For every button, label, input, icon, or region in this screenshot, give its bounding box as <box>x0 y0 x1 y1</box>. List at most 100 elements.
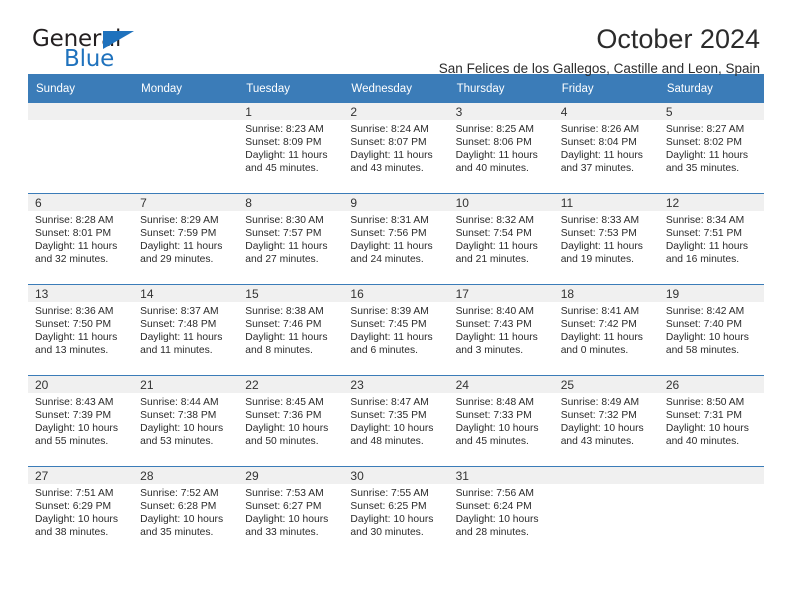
calendar-day-cell[interactable]: 18 Sunrise: 8:41 AM Sunset: 7:42 PM Dayligh… <box>553 284 659 376</box>
sunrise-text: Sunrise: 8:42 AM <box>665 306 745 317</box>
calendar-day-cell[interactable]: 9 Sunrise: 8:31 AM Sunset: 7:56 PM Daylight… <box>343 193 449 285</box>
day-number: 24 <box>455 378 469 392</box>
sunset-text: Sunset: 7:59 PM <box>140 228 217 240</box>
calendar-day-cell[interactable]: 15 Sunrise: 8:38 AM Sunset: 7:46 PM Dayligh… <box>238 284 344 376</box>
calendar-cell-empty <box>133 103 239 194</box>
calendar-day-cell[interactable]: 2 Sunrise: 8:24 AM Sunset: 8:07 PM Daylight… <box>343 103 449 194</box>
calendar-day-cell[interactable]: 20 Sunrise: 8:43 AM Sunset: 7:39 PM Dayligh… <box>28 375 134 467</box>
calendar-day-cell[interactable]: 7 Sunrise: 8:29 AM Sunset: 7:59 PM Daylight… <box>133 193 239 285</box>
day-number: 2 <box>350 105 358 119</box>
calendar-cell-empty <box>553 466 659 557</box>
calendar-day-cell[interactable]: 27 Sunrise: 7:51 AM Sunset: 6:29 PM Dayligh… <box>28 466 134 557</box>
calendar-day-cell[interactable]: 6 Sunrise: 8:28 AM Sunset: 8:01 PM Daylight… <box>28 193 134 285</box>
daylight-text-line1: Daylight: 10 hours <box>35 423 118 435</box>
day-number <box>28 103 133 120</box>
daylight-text-line1: Daylight: 10 hours <box>665 423 749 435</box>
daylight-text-line1: Daylight: 11 hours <box>140 332 223 344</box>
day-number: 3 <box>455 105 463 119</box>
calendar-day-cell[interactable]: 30 Sunrise: 7:55 AM Sunset: 6:25 PM Dayligh… <box>343 466 449 557</box>
sunrise-text: Sunrise: 8:27 AM <box>665 124 745 135</box>
sunrise-text: Sunrise: 8:36 AM <box>35 306 114 317</box>
calendar-day-cell[interactable]: 28 Sunrise: 7:52 AM Sunset: 6:28 PM Dayligh… <box>133 466 239 557</box>
daylight-text-line2: and 50 minutes. <box>245 436 319 448</box>
daylight-text-line2: and 3 minutes. <box>455 345 524 357</box>
sunrise-text: Sunrise: 8:26 AM <box>560 124 640 135</box>
calendar-day-cell[interactable]: 17 Sunrise: 8:40 AM Sunset: 7:43 PM Dayligh… <box>448 284 554 376</box>
weekday-header-wednesday: Wednesday <box>343 74 449 103</box>
daylight-text-line2: and 58 minutes. <box>665 345 740 357</box>
sunset-text: Sunset: 7:56 PM <box>350 228 427 240</box>
weekday-header-monday: Monday <box>133 74 239 103</box>
sunset-text: Sunset: 7:57 PM <box>245 228 322 240</box>
calendar-day-cell[interactable]: 25 Sunrise: 8:49 AM Sunset: 7:32 PM Dayligh… <box>553 375 659 467</box>
calendar-day-cell[interactable]: 21 Sunrise: 8:44 AM Sunset: 7:38 PM Dayligh… <box>133 375 239 467</box>
day-details: Sunrise: 8:38 AM Sunset: 7:46 PM Daylight:… <box>238 302 343 357</box>
day-number: 31 <box>455 469 469 483</box>
daylight-text-line2: and 45 minutes. <box>455 436 529 448</box>
calendar-day-cell[interactable]: 24 Sunrise: 8:48 AM Sunset: 7:33 PM Dayligh… <box>448 375 554 467</box>
daylight-text-line2: and 24 minutes. <box>350 254 424 266</box>
calendar-cell-empty <box>28 103 134 194</box>
calendar-day-cell[interactable]: 8 Sunrise: 8:30 AM Sunset: 7:57 PM Daylight… <box>238 193 344 285</box>
daylight-text-line2: and 40 minutes. <box>455 163 529 175</box>
day-number: 17 <box>455 287 469 301</box>
daylight-text-line2: and 45 minutes. <box>245 163 319 175</box>
daylight-text-line1: Daylight: 10 hours <box>455 423 539 435</box>
day-details: Sunrise: 8:27 AM Sunset: 8:02 PM Daylight:… <box>659 120 764 175</box>
calendar-day-cell[interactable]: 5 Sunrise: 8:27 AM Sunset: 8:02 PM Daylight… <box>658 103 764 194</box>
calendar-day-cell[interactable]: 23 Sunrise: 8:47 AM Sunset: 7:35 PM Dayligh… <box>343 375 449 467</box>
calendar-day-cell[interactable]: 11 Sunrise: 8:33 AM Sunset: 7:53 PM Dayligh… <box>553 193 659 285</box>
calendar-day-cell[interactable]: 12 Sunrise: 8:34 AM Sunset: 7:51 PM Dayligh… <box>658 193 764 285</box>
daylight-text-line1: Daylight: 11 hours <box>350 332 433 344</box>
sunset-text: Sunset: 7:45 PM <box>350 319 427 331</box>
sunset-text: Sunset: 8:09 PM <box>245 137 322 149</box>
sunrise-text: Sunrise: 8:33 AM <box>560 215 640 226</box>
day-number: 9 <box>350 196 358 210</box>
calendar-table: Sunday Monday Tuesday Wednesday Thursday Frid… <box>28 74 764 557</box>
calendar-week-row: 1 Sunrise: 8:23 AM Sunset: 8:09 PM Daylight… <box>28 103 764 194</box>
day-number <box>659 467 764 484</box>
sunrise-text: Sunrise: 8:50 AM <box>665 397 745 408</box>
sunrise-text: Sunrise: 8:40 AM <box>455 306 534 317</box>
daylight-text-line1: Daylight: 11 hours <box>350 150 433 162</box>
calendar-day-cell[interactable]: 26 Sunrise: 8:50 AM Sunset: 7:31 PM Dayligh… <box>658 375 764 467</box>
daylight-text-line2: and 53 minutes. <box>140 436 214 448</box>
sunrise-text: Sunrise: 8:30 AM <box>245 215 324 226</box>
calendar-day-cell[interactable]: 22 Sunrise: 8:45 AM Sunset: 7:36 PM Dayligh… <box>238 375 344 467</box>
day-details: Sunrise: 7:53 AM Sunset: 6:27 PM Daylight:… <box>238 484 343 539</box>
day-number: 22 <box>245 378 259 392</box>
day-number: 26 <box>665 378 680 392</box>
daylight-text-line1: Daylight: 11 hours <box>245 241 328 253</box>
calendar-day-cell[interactable]: 31 Sunrise: 7:56 AM Sunset: 6:24 PM Dayligh… <box>448 466 554 557</box>
sunrise-text: Sunrise: 7:52 AM <box>140 488 219 499</box>
day-details: Sunrise: 8:36 AM Sunset: 7:50 PM Daylight:… <box>28 302 133 357</box>
calendar-day-cell[interactable]: 13 Sunrise: 8:36 AM Sunset: 7:50 PM Dayligh… <box>28 284 134 376</box>
daylight-text-line2: and 8 minutes. <box>245 345 313 357</box>
daylight-text-line1: Daylight: 11 hours <box>455 150 538 162</box>
calendar-day-cell[interactable]: 10 Sunrise: 8:32 AM Sunset: 7:54 PM Dayligh… <box>448 193 554 285</box>
calendar-day-cell[interactable]: 4 Sunrise: 8:26 AM Sunset: 8:04 PM Daylight… <box>553 103 659 194</box>
day-details: Sunrise: 8:25 AM Sunset: 8:06 PM Daylight:… <box>449 120 554 175</box>
calendar-day-cell[interactable]: 3 Sunrise: 8:25 AM Sunset: 8:06 PM Daylight… <box>448 103 554 194</box>
sunset-text: Sunset: 7:38 PM <box>140 410 217 422</box>
day-details: Sunrise: 8:23 AM Sunset: 8:09 PM Daylight:… <box>238 120 343 175</box>
sunrise-text: Sunrise: 8:34 AM <box>665 215 745 226</box>
sunset-text: Sunset: 8:04 PM <box>560 137 637 149</box>
masthead: General Blue October 2024 San Felices de… <box>28 0 764 76</box>
day-details: Sunrise: 8:48 AM Sunset: 7:33 PM Daylight:… <box>449 393 554 448</box>
calendar-day-cell[interactable]: 14 Sunrise: 8:37 AM Sunset: 7:48 PM Dayligh… <box>133 284 239 376</box>
daylight-text-line1: Daylight: 11 hours <box>350 241 433 253</box>
calendar-day-cell[interactable]: 29 Sunrise: 7:53 AM Sunset: 6:27 PM Dayligh… <box>238 466 344 557</box>
calendar-day-cell[interactable]: 16 Sunrise: 8:39 AM Sunset: 7:45 PM Dayligh… <box>343 284 449 376</box>
day-number: 7 <box>140 196 147 210</box>
daylight-text-line2: and 6 minutes. <box>350 345 418 357</box>
sunrise-text: Sunrise: 8:38 AM <box>245 306 324 317</box>
calendar-day-cell[interactable]: 1 Sunrise: 8:23 AM Sunset: 8:09 PM Daylight… <box>238 103 344 194</box>
calendar-day-cell[interactable]: 19 Sunrise: 8:42 AM Sunset: 7:40 PM Dayligh… <box>658 284 764 376</box>
day-details: Sunrise: 8:34 AM Sunset: 7:51 PM Daylight:… <box>659 211 764 266</box>
daylight-text-line1: Daylight: 10 hours <box>140 514 224 526</box>
logo-text-blue: Blue <box>64 46 115 72</box>
day-details: Sunrise: 8:31 AM Sunset: 7:56 PM Daylight:… <box>343 211 448 266</box>
sunset-text: Sunset: 7:36 PM <box>245 410 322 422</box>
general-blue-logo[interactable]: General Blue <box>32 26 222 74</box>
